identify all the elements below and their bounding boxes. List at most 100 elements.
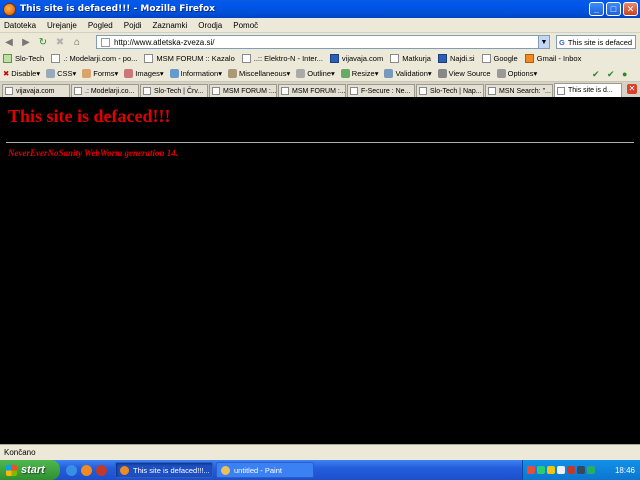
start-button[interactable]: start — [0, 460, 60, 480]
validation-icon — [384, 69, 394, 78]
bookmark-item[interactable]: ..:: Elektro-N - Inter... — [241, 54, 323, 63]
bookmark-item[interactable]: Google — [481, 54, 518, 63]
tab[interactable]: .: Modelarji.co... — [71, 84, 139, 97]
tray-icon[interactable] — [577, 466, 585, 474]
minimize-button[interactable]: _ — [589, 2, 604, 16]
tray-icon[interactable] — [537, 466, 545, 474]
maximize-button[interactable]: □ — [606, 2, 621, 16]
close-button[interactable]: ✕ — [623, 2, 638, 16]
menu-edit[interactable]: Urejanje — [47, 21, 77, 30]
menu-view[interactable]: Pogled — [88, 21, 113, 30]
devtool-forms[interactable]: Forms ▾ — [82, 69, 118, 78]
menu-bookmarks[interactable]: Zaznamki — [153, 21, 188, 30]
tab-label: vijavaja.com — [16, 87, 55, 95]
tab-favicon-icon — [74, 87, 82, 95]
tray-icon[interactable] — [547, 466, 555, 474]
devtool-images[interactable]: Images ▾ — [124, 69, 164, 78]
menu-go[interactable]: Pojdi — [124, 21, 142, 30]
back-icon[interactable]: ◀ — [3, 36, 15, 48]
css-valid-icon[interactable]: ✔ — [592, 69, 602, 79]
devtool-view-source[interactable]: View Source — [437, 69, 491, 78]
media-icon[interactable] — [96, 464, 107, 476]
tab-label: F-Secure : Ne... — [361, 87, 411, 95]
tab[interactable]: vijavaja.com — [2, 84, 70, 97]
bookmark-item[interactable]: .: Modelarji.com - po... — [51, 54, 137, 63]
devtool-validation[interactable]: Validation ▾ — [384, 69, 432, 78]
tab-label: Slo-Tech | Nap... — [430, 87, 482, 95]
google-icon[interactable]: G — [559, 38, 565, 47]
menu-help[interactable]: Pomoč — [233, 21, 258, 30]
task-label: This site is defaced!!!... — [133, 465, 210, 475]
devtool-disable[interactable]: ✖ Disable ▾ — [3, 69, 40, 78]
clock[interactable]: 18:46 — [615, 466, 635, 475]
tray-icon[interactable] — [567, 466, 575, 474]
tab-bar: vijavaja.com .: Modelarji.co... Slo-Tech… — [0, 82, 640, 97]
close-tab-icon[interactable]: ✕ — [627, 84, 637, 94]
devtool-options[interactable]: Options ▾ — [496, 69, 537, 78]
url-dropdown-icon[interactable]: ▼ — [538, 36, 549, 48]
tab[interactable]: Slo-Tech | Nap... — [416, 84, 484, 97]
horizontal-rule — [6, 142, 634, 143]
devtool-information[interactable]: Information ▾ — [169, 69, 222, 78]
tab-active[interactable]: This site is d... — [554, 83, 622, 97]
task-label: untitled - Paint — [234, 465, 282, 475]
devtool-label: Outline — [307, 69, 332, 78]
resize-icon — [340, 69, 350, 78]
window-controls: _ □ ✕ — [589, 2, 638, 16]
devtool-label: Images — [135, 69, 160, 78]
devtool-outline[interactable]: Outline ▾ — [296, 69, 335, 78]
tray-icon[interactable] — [557, 466, 565, 474]
devtool-resize[interactable]: Resize ▾ — [340, 69, 378, 78]
bookmark-icon — [51, 54, 61, 63]
menu-file[interactable]: Datoteka — [4, 21, 36, 30]
bookmark-item[interactable]: Gmail - Inbox — [524, 54, 581, 63]
url-text: http://www.atletska-zveza.si/ — [114, 37, 215, 47]
bookmark-item[interactable]: Matkurja — [390, 54, 431, 63]
firefox-quicklaunch-icon[interactable] — [81, 464, 92, 476]
ie-icon[interactable] — [66, 464, 77, 476]
tab-label: MSN Search: "... — [499, 87, 551, 95]
reload-icon[interactable]: ↻ — [37, 36, 49, 48]
bookmark-item[interactable]: vijavaja.com — [329, 54, 383, 63]
tab[interactable]: MSM FORUM :... — [209, 84, 277, 97]
js-status-icon[interactable]: ● — [622, 69, 632, 79]
search-box[interactable]: G This site is defaced — [556, 35, 636, 49]
tray-icon[interactable] — [527, 466, 535, 474]
devtool-miscellaneous[interactable]: Miscellaneous ▾ — [227, 69, 290, 78]
tab[interactable]: F-Secure : Ne... — [347, 84, 415, 97]
devtool-css[interactable]: CSS ▾ — [46, 69, 76, 78]
status-bar: Končano — [0, 444, 640, 460]
tab[interactable]: MSN Search: "... — [485, 84, 553, 97]
devtool-label: Information — [180, 69, 219, 78]
bookmark-icon — [481, 54, 491, 63]
menu-tools[interactable]: Orodja — [198, 21, 222, 30]
url-bar[interactable]: http://www.atletska-zveza.si/ ▼ — [96, 35, 550, 49]
taskbar-button-paint[interactable]: untitled - Paint — [216, 462, 314, 478]
bookmark-item[interactable]: Najdi.si — [437, 54, 475, 63]
bookmark-label: ..:: Elektro-N - Inter... — [253, 54, 323, 63]
start-label: start — [21, 464, 45, 476]
tab-favicon-icon — [350, 87, 358, 95]
disable-icon: ✖ — [3, 69, 10, 78]
devtool-label: Resize — [351, 69, 375, 78]
tray-icon[interactable] — [587, 466, 595, 474]
html-valid-icon[interactable]: ✔ — [607, 69, 617, 79]
page-favicon-icon — [101, 37, 110, 47]
bookmark-icon — [241, 54, 251, 63]
bookmark-item[interactable]: MSM FORUM :: Kazalo — [144, 54, 235, 63]
bookmark-icon — [329, 54, 339, 63]
window-titlebar[interactable]: This site is defaced!!! - Mozilla Firefo… — [0, 0, 640, 18]
devtool-label: View Source — [448, 69, 491, 78]
paint-task-icon — [221, 465, 230, 475]
bookmark-label: Slo-Tech — [15, 54, 45, 63]
home-icon[interactable]: ⌂ — [71, 36, 83, 48]
bookmark-item[interactable]: Slo-Tech — [3, 54, 44, 63]
tab[interactable]: MSM FORUM :... — [278, 84, 346, 97]
forward-icon[interactable]: ▶ — [20, 36, 32, 48]
bookmark-icon — [524, 54, 534, 63]
stop-icon[interactable]: ✖ — [54, 36, 66, 48]
taskbar-button-firefox[interactable]: This site is defaced!!!... — [115, 462, 213, 478]
tab[interactable]: Slo-Tech | Črv... — [140, 84, 208, 97]
firefox-task-icon — [120, 465, 129, 475]
devtool-label: CSS — [57, 69, 73, 78]
